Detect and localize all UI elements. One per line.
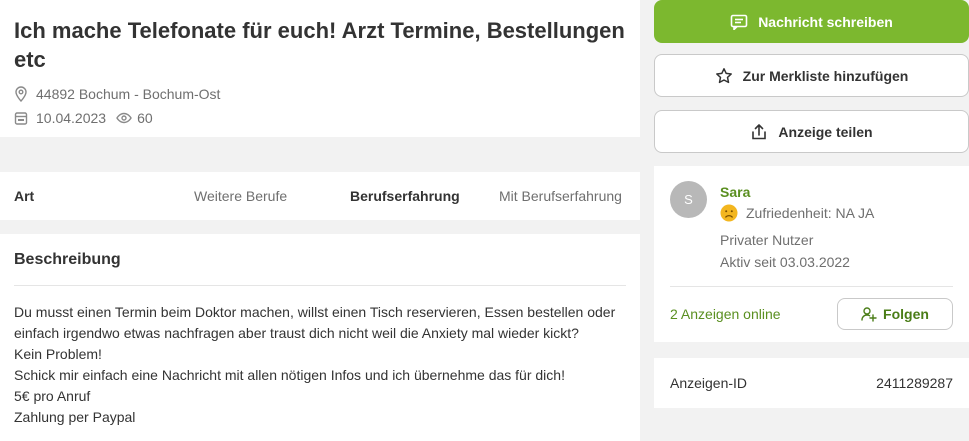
description-text: Du musst einen Termin beim Doktor machen…: [14, 302, 626, 428]
message-icon: [730, 14, 748, 30]
listing-title: Ich mache Telefonate für euch! Arzt Term…: [14, 18, 625, 72]
star-icon: [715, 67, 732, 83]
sad-face-icon: [720, 204, 738, 222]
follow-button[interactable]: Folgen: [837, 298, 953, 330]
divider: [670, 286, 953, 287]
eye-icon: [116, 112, 132, 124]
avatar[interactable]: S: [670, 181, 707, 218]
detail-art-value: Weitere Berufe: [194, 188, 288, 204]
send-message-label: Nachricht schreiben: [758, 13, 893, 30]
seller-name[interactable]: Sara: [720, 184, 750, 200]
description-line: Zahlung per Paypal: [14, 409, 136, 425]
description-line: Kein Problem!: [14, 346, 102, 362]
views-counter: 60: [116, 110, 153, 126]
ad-id-label: Anzeigen-ID: [670, 375, 748, 391]
ad-id-value: 2411289287: [876, 375, 953, 391]
detail-experience-value: Mit Berufserfahrung: [499, 188, 622, 204]
description-line: 5€ pro Anruf: [14, 388, 91, 404]
follow-user-icon: [861, 307, 877, 322]
add-to-watchlist-label: Zur Merkliste hinzufügen: [742, 67, 909, 84]
views-count: 60: [137, 110, 153, 126]
listing-meta: 10.04.2023 60: [14, 110, 626, 126]
location-pin-icon: [15, 86, 27, 102]
share-ad-label: Anzeige teilen: [778, 123, 873, 140]
seller-type: Privater Nutzer: [720, 232, 814, 248]
share-icon: [752, 123, 767, 139]
listing-date: 10.04.2023: [36, 110, 107, 126]
description-line: Du musst einen Termin beim Doktor machen…: [14, 304, 616, 320]
seller-ads-link[interactable]: 2 Anzeigen online: [670, 306, 781, 322]
listing-location: 44892 Bochum - Bochum-Ost: [14, 86, 626, 102]
seller-card: S Sara Zufriedenheit: NA JA Privater Nut…: [654, 166, 969, 342]
description-section: Beschreibung Du musst einen Termin beim …: [0, 234, 640, 441]
description-heading: Beschreibung: [14, 234, 626, 286]
listing-header: Ich mache Telefonate für euch! Arzt Term…: [0, 0, 640, 137]
satisfaction-text: Zufriedenheit: NA JA: [746, 205, 875, 221]
calendar-icon: [14, 112, 28, 125]
follow-label: Folgen: [883, 306, 929, 322]
ad-id-card: Anzeigen-ID 2411289287: [654, 358, 969, 408]
seller-satisfaction: Zufriedenheit: NA JA: [720, 204, 874, 222]
detail-experience-label: Berufserfahrung: [350, 188, 460, 204]
add-to-watchlist-button[interactable]: Zur Merkliste hinzufügen: [654, 54, 969, 97]
seller-active-since: Aktiv seit 03.03.2022: [720, 254, 850, 270]
share-ad-button[interactable]: Anzeige teilen: [654, 110, 969, 153]
send-message-button[interactable]: Nachricht schreiben: [654, 0, 969, 43]
details-row: Art Weitere Berufe Berufserfahrung Mit B…: [0, 172, 640, 220]
description-line: Schick mir einfach eine Nachricht mit al…: [14, 367, 565, 383]
location-text: 44892 Bochum - Bochum-Ost: [36, 86, 221, 102]
description-line: einfach irgendwo etwas nachfragen aber t…: [14, 325, 579, 341]
detail-art-label: Art: [14, 188, 35, 204]
